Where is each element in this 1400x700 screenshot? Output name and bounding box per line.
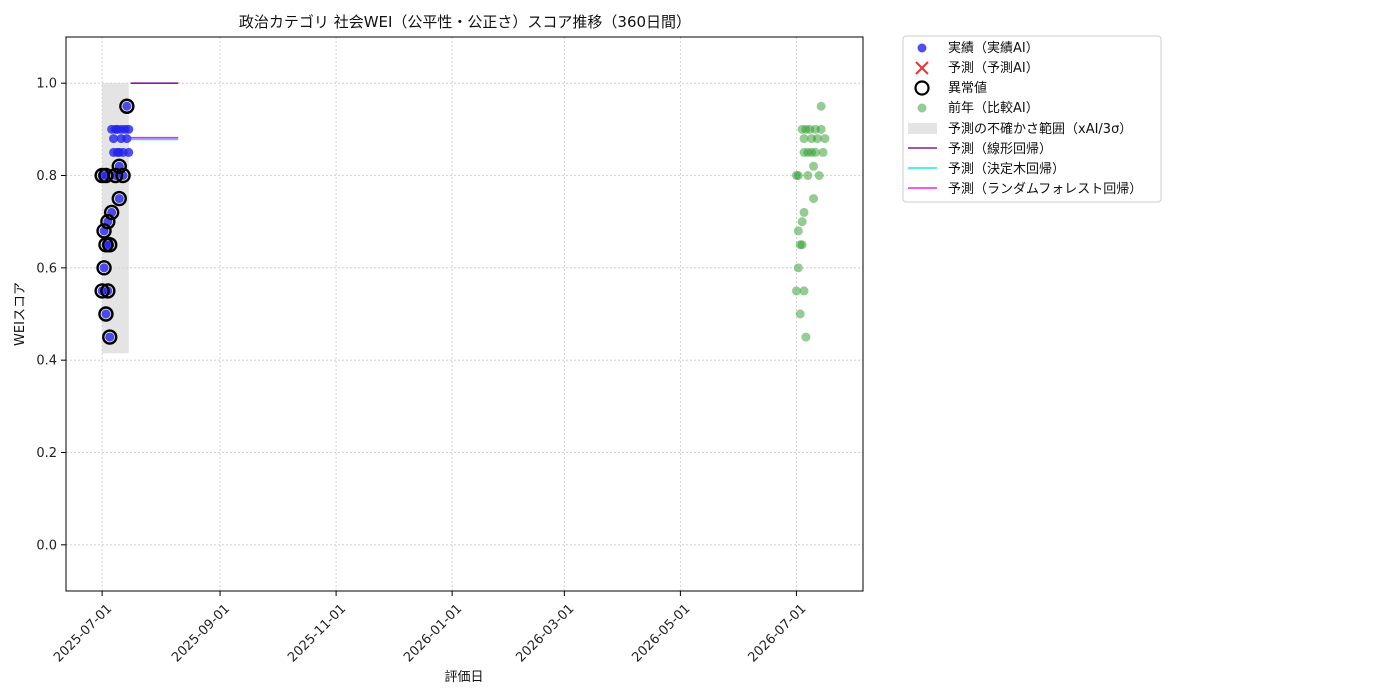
previous-year-point [797, 240, 807, 250]
actual-point [105, 332, 115, 342]
previous-year-point [797, 217, 807, 227]
y-axis-ticks: 0.0 0.2 0.4 0.6 0.8 1.0 [36, 77, 66, 553]
x-tick-label: 2025-09-01 [169, 601, 233, 665]
legend-label-forest: 予測（ランダムフォレスト回帰） [948, 181, 1142, 197]
y-tick-label: 1.0 [36, 77, 57, 92]
previous-year-point [814, 171, 824, 180]
actual-point [124, 124, 134, 134]
actual-point [124, 147, 134, 157]
previous-year-point [793, 171, 803, 180]
x-tick-label: 2026-03-01 [513, 601, 577, 665]
chart-title: 政治カテゴリ 社会WEI（公平性・公正さ）スコア推移（360日間） [239, 13, 691, 31]
previous-year-point [816, 124, 826, 134]
previous-year-point [801, 332, 811, 342]
legend-swatch-actual [917, 43, 927, 53]
legend-label-anomaly: 異常値 [948, 80, 987, 96]
x-tick-label: 2026-01-01 [401, 601, 465, 665]
previous-year-point [799, 207, 809, 217]
x-axis-ticks: 2025-07-01 2025-09-01 2025-11-01 2026-01-01… [51, 591, 809, 665]
previous-year-point [795, 309, 805, 319]
legend-label-forecast: 予測（予測AI） [948, 61, 1039, 76]
y-tick-label: 0.4 [36, 354, 57, 369]
x-tick-label: 2025-11-01 [285, 601, 349, 665]
previous-year-layer [791, 101, 830, 342]
previous-year-point [809, 194, 819, 204]
legend-label-linear: 予測（線形回帰） [948, 141, 1052, 157]
x-tick-label: 2026-07-01 [745, 601, 809, 665]
actual-point [101, 309, 111, 319]
previous-year-point [803, 171, 813, 180]
actual-point [114, 194, 124, 204]
legend-label-tree: 予測（決定木回帰） [948, 161, 1065, 177]
chart: 政治カテゴリ 社会WEI（公平性・公正さ）スコア推移（360日間） 2025-0… [13, 13, 1162, 685]
legend-swatch-previous-year [917, 103, 927, 113]
plot-frame [65, 36, 864, 592]
previous-year-point [809, 161, 819, 171]
y-tick-label: 0.8 [36, 169, 57, 184]
previous-year-point [818, 147, 828, 157]
legend-label-actual: 実績（実績AI） [948, 40, 1039, 56]
x-tick-label: 2026-05-01 [629, 601, 693, 665]
previous-year-point [820, 134, 830, 144]
x-axis-label: 評価日 [444, 670, 483, 685]
x-tick-label: 2025-07-01 [51, 601, 115, 665]
previous-year-point [793, 263, 803, 273]
previous-year-point [793, 226, 803, 236]
actual-point [122, 101, 132, 111]
previous-year-point [816, 101, 826, 111]
legend-label-band: 予測の不確かさ範囲（xAI/3σ） [948, 121, 1132, 137]
legend-swatch-band [908, 123, 937, 134]
actual-point [99, 263, 109, 273]
y-tick-label: 0.6 [36, 261, 57, 276]
y-tick-label: 0.2 [36, 446, 57, 461]
y-axis-label: WEIスコア [13, 282, 28, 346]
y-tick-label: 0.0 [36, 538, 57, 553]
forecast-line-layer [130, 82, 179, 141]
grid [66, 37, 863, 591]
previous-year-point [799, 286, 809, 296]
legend-label-previous-year: 前年（比較AI） [948, 100, 1039, 116]
actual-point [122, 134, 132, 144]
legend: 実績（実績AI） 予測（予測AI） 異常値 前年（比較AI） 予測の不確かさ範囲… [902, 35, 1162, 203]
